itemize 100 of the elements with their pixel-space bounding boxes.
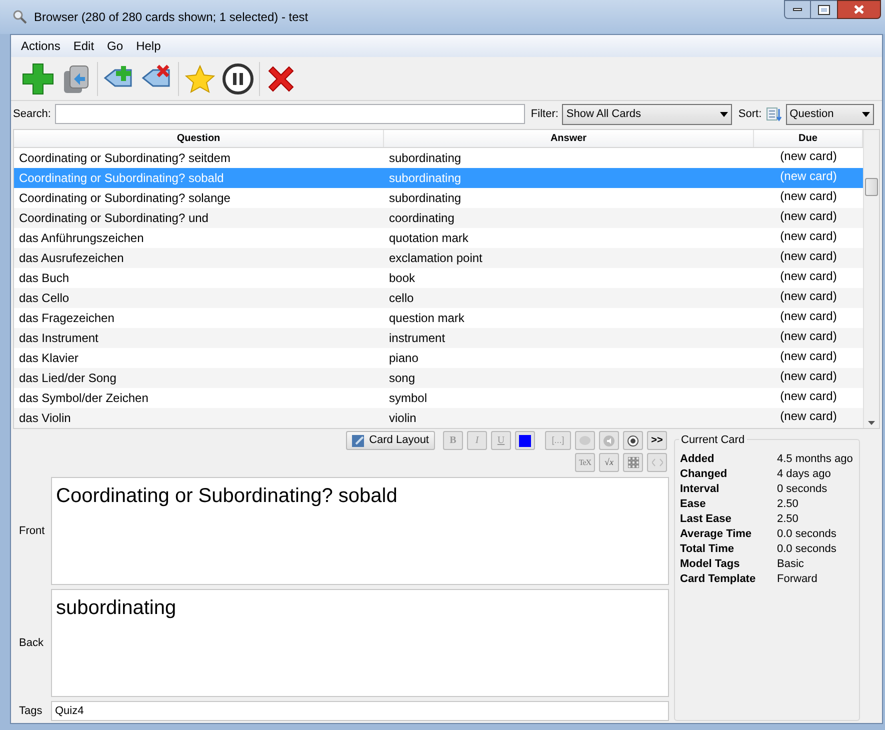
stat-label: Added [680, 452, 716, 467]
table-cell-text: question mark [388, 310, 466, 327]
minimize-button[interactable] [784, 0, 811, 19]
table-cell-text: (new card) [779, 348, 838, 365]
search-field[interactable] [54, 104, 525, 124]
table-cell-text: das Anführungszeichen [18, 230, 145, 247]
stat-value: 0 seconds [777, 482, 828, 497]
more-button[interactable]: >> [647, 431, 667, 450]
table-cell-text: (new card) [779, 288, 838, 305]
pencil-note-icon [352, 434, 366, 447]
table-cell-text: book [388, 270, 416, 287]
table-cell-text: symbol [388, 390, 428, 407]
stat-value: 0.0 seconds [777, 542, 836, 557]
tags-field[interactable]: Quiz4 [51, 701, 669, 721]
table-cell-text: das Violin [18, 410, 72, 427]
table-cell-text: (new card) [779, 268, 838, 285]
window-title: Browser (280 of 280 cards shown; 1 selected) - test [34, 9, 308, 26]
speaker-icon [603, 434, 615, 446]
stat-value: 2.50 [777, 497, 798, 512]
plus-icon [21, 62, 55, 96]
scroll-down-arrow-icon[interactable] [868, 421, 875, 425]
math-button[interactable]: √x [599, 453, 619, 472]
pause-icon [222, 62, 254, 94]
table-cell-text: coordinating [388, 210, 456, 227]
latex-button[interactable]: TeX [575, 453, 595, 472]
table-cell-text: instrument [388, 330, 446, 347]
field-label: Back [18, 636, 44, 651]
note-field[interactable]: Coordinating or Subordinating? sobald [51, 477, 669, 585]
color-swatch-icon [519, 434, 531, 446]
dropdown-caret-icon [862, 112, 870, 116]
grid-icon [628, 457, 638, 468]
table-cell-text: (new card) [779, 308, 838, 325]
table-row[interactable]: das Violin violin (new card) [14, 408, 863, 428]
table-cell-text: das Instrument [18, 330, 100, 347]
menu-item[interactable]: Go [101, 37, 130, 55]
record-icon [627, 434, 639, 446]
search-label: Search: [13, 106, 51, 122]
table-cell-text: das Symbol/der Zeichen [18, 390, 150, 407]
table-cell-text: (new card) [779, 248, 838, 265]
stat-label: Total Time [680, 542, 735, 557]
table-cell-text: das Klavier [18, 350, 80, 367]
text-color-button[interactable] [515, 431, 535, 450]
table-row[interactable]: das Ausrufezeichen exclamation point (new card) [14, 248, 863, 268]
sort-label: Sort: [738, 106, 762, 122]
menu-item[interactable]: Edit [67, 37, 100, 55]
table-cell-text: quotation mark [388, 230, 470, 247]
card-layout-button[interactable]: Card Layout [346, 431, 435, 450]
dropdown-caret-icon [720, 112, 728, 116]
sort-order-icon[interactable] [766, 106, 782, 122]
table-cell-text: das Ausrufezeichen [18, 250, 125, 267]
table-cell-text: subordinating [388, 150, 462, 167]
close-icon [854, 5, 864, 14]
table-cell-text: (new card) [779, 388, 838, 405]
table-cell-text: Coordinating or Subordinating? sobald [18, 170, 225, 187]
stat-label: Model Tags [680, 557, 741, 572]
table-cell-text: violin [388, 410, 418, 427]
column-header[interactable]: Answer [384, 130, 754, 147]
table-cell-text: (new card) [779, 148, 838, 165]
scrollbar[interactable] [863, 130, 879, 428]
table-cell-text: subordinating [388, 190, 462, 207]
table-cell-text: subordinating [388, 170, 462, 187]
table-cell-text: (new card) [779, 188, 838, 205]
table-cell-text: (new card) [779, 168, 838, 185]
magnifier-icon [12, 9, 28, 25]
filter-dropdown[interactable]: Show All Cards [562, 104, 732, 124]
table-cell-text: das Buch [18, 270, 70, 287]
table-cell-text: das Fragezeichen [18, 310, 116, 327]
stat-value: 0.0 seconds [777, 527, 836, 542]
close-button[interactable] [837, 0, 881, 19]
table-cell-text: cello [388, 290, 415, 307]
table-row[interactable]: das Instrument instrument (new card) [14, 328, 863, 348]
note-field[interactable]: subordinating [51, 589, 669, 697]
record-button[interactable] [623, 431, 643, 450]
table-cell-text: Coordinating or Subordinating? seitdem [18, 150, 232, 167]
maximize-button[interactable] [811, 0, 837, 19]
table-row[interactable]: das Lied/der Song song (new card) [14, 368, 863, 388]
table-cell-text: (new card) [779, 368, 838, 385]
table-cell-text: (new card) [779, 228, 838, 245]
stat-label: Average Time [680, 527, 753, 542]
stat-label: Interval [680, 482, 720, 497]
code-icon [652, 458, 662, 467]
table-cell-text: (new card) [779, 328, 838, 345]
menu-item[interactable]: Actions [15, 37, 66, 55]
table-cell-text: exclamation point [388, 250, 484, 267]
column-header[interactable]: Question [14, 130, 384, 147]
table-cell-text: das Lied/der Song [18, 370, 118, 387]
sort-dropdown[interactable]: Question [786, 104, 874, 124]
table-row[interactable]: das Cello cello (new card) [14, 288, 863, 308]
stat-value: 2.50 [777, 512, 798, 527]
stat-value: 4 days ago [777, 467, 831, 482]
stat-label: Ease [680, 497, 707, 512]
menu-item[interactable]: Help [130, 37, 167, 55]
stat-value: Basic [777, 557, 804, 572]
table-row[interactable]: Coordinating or Subordinating? und coordinating (new card) [14, 208, 863, 228]
scrollbar-thumb[interactable] [865, 178, 878, 196]
table-cell-text: (new card) [779, 408, 838, 425]
table-cell-text: das Cello [18, 290, 70, 307]
star-icon [185, 64, 215, 94]
table-cell-text: piano [388, 350, 420, 367]
tags-label: Tags [18, 704, 44, 719]
